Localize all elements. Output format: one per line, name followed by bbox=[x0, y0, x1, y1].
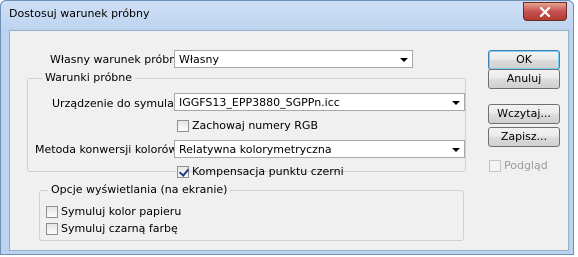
proof-condition-value: Własny bbox=[179, 53, 219, 66]
preserve-rgb-label[interactable]: Zachowaj numery RGB bbox=[192, 119, 318, 132]
preserve-rgb-checkbox[interactable] bbox=[177, 120, 189, 132]
dialog-body: Własny warunek próbny: Własny Warunki pr… bbox=[9, 30, 569, 251]
black-point-compensation-label[interactable]: Kompensacja punktu czerni bbox=[192, 165, 344, 178]
load-button[interactable]: Wczytaj... bbox=[488, 104, 560, 124]
simulate-paper-color-label[interactable]: Symuluj kolor papieru bbox=[61, 205, 181, 218]
cancel-button[interactable]: Anuluj bbox=[488, 69, 560, 89]
simulate-black-ink-checkbox[interactable] bbox=[46, 223, 58, 235]
chevron-down-icon bbox=[452, 101, 460, 105]
device-label: Urządzenie do symulacji: bbox=[52, 97, 190, 110]
save-button[interactable]: Zapisz... bbox=[488, 127, 560, 147]
title-bar[interactable]: Dostosuj warunek próbny bbox=[1, 1, 573, 29]
proof-conditions-title: Warunki próbne bbox=[42, 71, 136, 84]
intent-label: Metoda konwersji kolorów: bbox=[35, 143, 181, 156]
intent-value: Relatywna kolorymetryczna bbox=[179, 143, 332, 156]
simulate-paper-color-checkbox[interactable] bbox=[46, 206, 58, 218]
black-point-compensation-checkbox[interactable] bbox=[177, 166, 189, 178]
proof-condition-select[interactable]: Własny bbox=[174, 50, 413, 68]
intent-select[interactable]: Relatywna kolorymetryczna bbox=[174, 140, 465, 158]
display-options-title: Opcje wyświetlania (na ekranie) bbox=[48, 183, 231, 196]
simulate-black-ink-label[interactable]: Symuluj czarną farbę bbox=[61, 222, 178, 235]
window-title: Dostosuj warunek próbny bbox=[9, 7, 150, 20]
ok-button[interactable]: OK bbox=[488, 50, 560, 70]
close-icon bbox=[539, 6, 551, 17]
close-button[interactable] bbox=[523, 2, 567, 21]
dialog-window: Dostosuj warunek próbny Własny warunek p… bbox=[0, 0, 574, 255]
proof-condition-label: Własny warunek próbny: bbox=[50, 53, 186, 66]
preview-checkbox[interactable] bbox=[489, 160, 501, 172]
device-value: IGGFS13_EPP3880_SGPPn.icc bbox=[179, 96, 340, 109]
preview-label[interactable]: Podgląd bbox=[504, 159, 548, 172]
chevron-down-icon bbox=[452, 148, 460, 152]
device-select[interactable]: IGGFS13_EPP3880_SGPPn.icc bbox=[174, 93, 465, 111]
chevron-down-icon bbox=[400, 58, 408, 62]
